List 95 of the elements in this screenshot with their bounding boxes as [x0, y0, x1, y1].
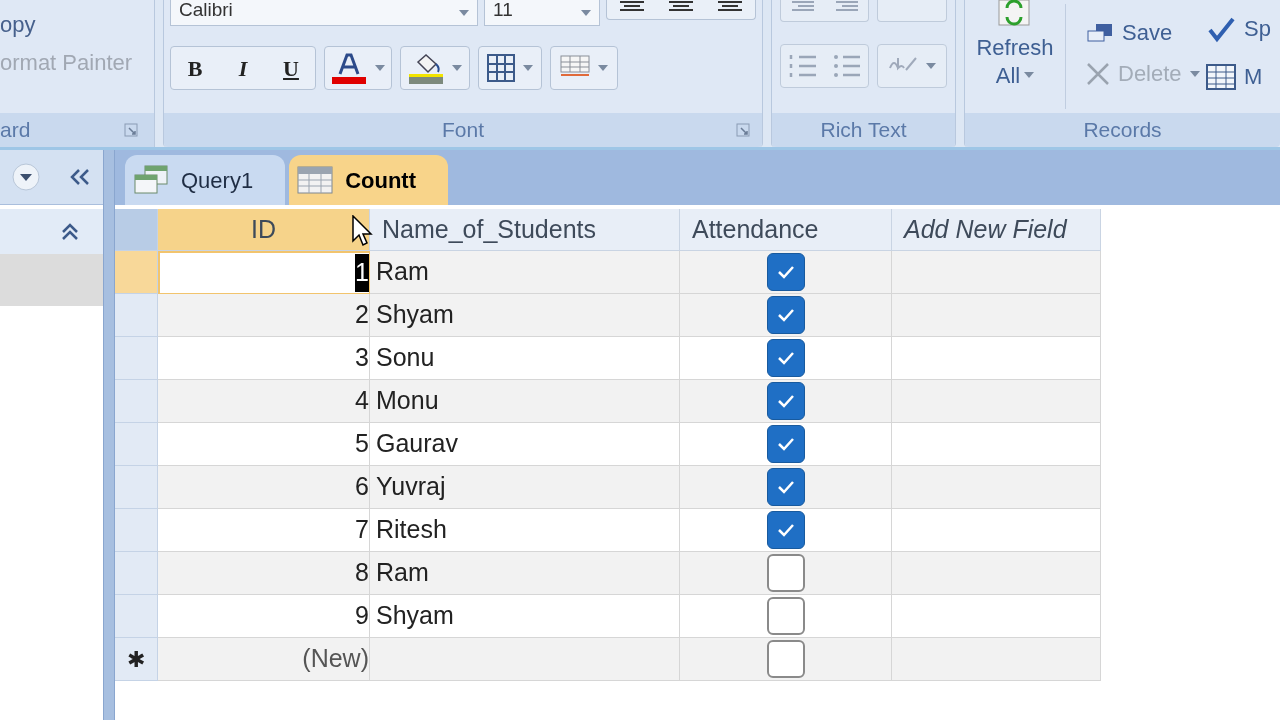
row-color-button[interactable] — [550, 46, 618, 90]
caret-icon — [1024, 72, 1035, 79]
table-cell: 6 — [158, 466, 370, 509]
table-cell: 1 — [158, 251, 370, 294]
group-label: Records — [1083, 117, 1162, 144]
checkbox[interactable] — [766, 339, 805, 377]
font-color-icon — [331, 52, 367, 84]
save-icon — [1086, 23, 1114, 43]
indent-icon — [835, 0, 858, 12]
refresh-all-button[interactable]: Refresh All — [965, 0, 1065, 113]
table-cell: 3 — [158, 337, 370, 380]
paint-bucket-icon — [408, 52, 444, 84]
checkbox[interactable] — [766, 554, 805, 592]
gridlines-button[interactable] — [478, 46, 542, 90]
chevron-up-icon — [61, 222, 79, 241]
check-icon — [775, 436, 796, 452]
mouse-pointer-icon — [352, 215, 374, 247]
spelling-button[interactable]: Sp — [1206, 14, 1271, 44]
check-icon — [775, 307, 796, 323]
table-cell: 2 — [158, 294, 370, 337]
caret-icon — [459, 9, 469, 16]
grid-icon — [487, 54, 515, 82]
check-icon — [775, 479, 796, 495]
checkbox[interactable] — [766, 468, 805, 506]
document-tab[interactable]: Countt — [289, 155, 448, 205]
caret-icon — [581, 9, 591, 16]
table-cell: Yuvraj — [370, 466, 680, 509]
table-icon — [297, 166, 334, 194]
select-all-cell[interactable] — [115, 209, 158, 251]
table-cell: 5 — [158, 423, 370, 466]
format-button[interactable]: I — [219, 47, 267, 89]
font-name-field[interactable]: Calibri — [170, 0, 478, 26]
table-cell: 8 — [158, 552, 370, 595]
check-icon — [775, 350, 796, 366]
checkbox[interactable] — [766, 425, 805, 463]
table-cell: Shyam — [370, 595, 680, 638]
table-cell: 9 — [158, 595, 370, 638]
nav-group-header[interactable] — [0, 209, 103, 254]
caret-icon — [452, 65, 462, 71]
group-label: Rich Text — [820, 117, 907, 144]
table-cell: 4 — [158, 380, 370, 423]
format-button[interactable]: B — [171, 47, 219, 89]
align-buttons[interactable] — [606, 0, 756, 20]
document-tab[interactable]: Query1 — [125, 155, 286, 205]
caret-icon — [375, 65, 385, 71]
format-button[interactable]: U — [267, 47, 315, 89]
table-cell: Sonu — [370, 337, 680, 380]
caret-icon — [926, 63, 937, 69]
font-size-field[interactable]: 11 — [484, 0, 600, 26]
check-icon — [775, 522, 796, 538]
save-button[interactable]: Save — [1086, 22, 1204, 44]
align-icon — [669, 0, 693, 12]
checkbox[interactable] — [766, 511, 805, 549]
font-color-button[interactable] — [324, 46, 392, 90]
collapse-icon[interactable] — [69, 168, 91, 186]
table-cell: Ritesh — [370, 509, 680, 552]
align-icon — [619, 0, 644, 12]
table-cell: 7 — [158, 509, 370, 552]
caret-icon — [598, 65, 608, 71]
table-icon — [1206, 64, 1236, 90]
table-cell: Gaurav — [370, 423, 680, 466]
checkbox[interactable] — [766, 382, 805, 420]
dialog-launcher-icon[interactable] — [736, 123, 750, 137]
indent-buttons[interactable] — [780, 0, 870, 22]
bulleted-list-icon[interactable] — [832, 52, 861, 80]
checkbox[interactable] — [766, 640, 805, 678]
checkbox[interactable] — [766, 597, 805, 635]
indent-icon — [791, 0, 814, 12]
close-icon — [1086, 62, 1110, 86]
check-icon — [775, 393, 796, 409]
dialog-launcher-icon[interactable] — [124, 123, 138, 137]
clipboard-item[interactable]: opy — [0, 14, 154, 36]
column-header[interactable]: Attendance — [680, 209, 892, 251]
table-cell: (New) — [158, 638, 370, 681]
dropdown-icon[interactable] — [12, 163, 40, 191]
fill-color-button[interactable] — [400, 46, 470, 90]
query-icon — [133, 165, 169, 195]
table-cell: Ram — [370, 251, 680, 294]
numbered-list-icon[interactable] — [788, 52, 817, 80]
more-button[interactable]: M — [1206, 64, 1271, 90]
table-cell: Monu — [370, 380, 680, 423]
caret-icon — [1189, 71, 1200, 77]
check-icon — [775, 264, 796, 280]
table-cell: Ram — [370, 552, 680, 595]
checkbox[interactable] — [766, 253, 805, 291]
column-header[interactable]: ID — [158, 209, 370, 251]
align-icon — [718, 0, 743, 12]
column-header[interactable]: Add New Field — [892, 209, 1101, 251]
checkbox[interactable] — [766, 296, 805, 334]
column-header[interactable]: Name_of_Students — [370, 209, 680, 251]
group-label: ard — [0, 117, 31, 144]
table-cell: Shyam — [370, 294, 680, 337]
group-label: Font — [442, 117, 484, 144]
new-record-marker: ✱ — [127, 645, 145, 674]
caret-icon — [523, 65, 533, 71]
